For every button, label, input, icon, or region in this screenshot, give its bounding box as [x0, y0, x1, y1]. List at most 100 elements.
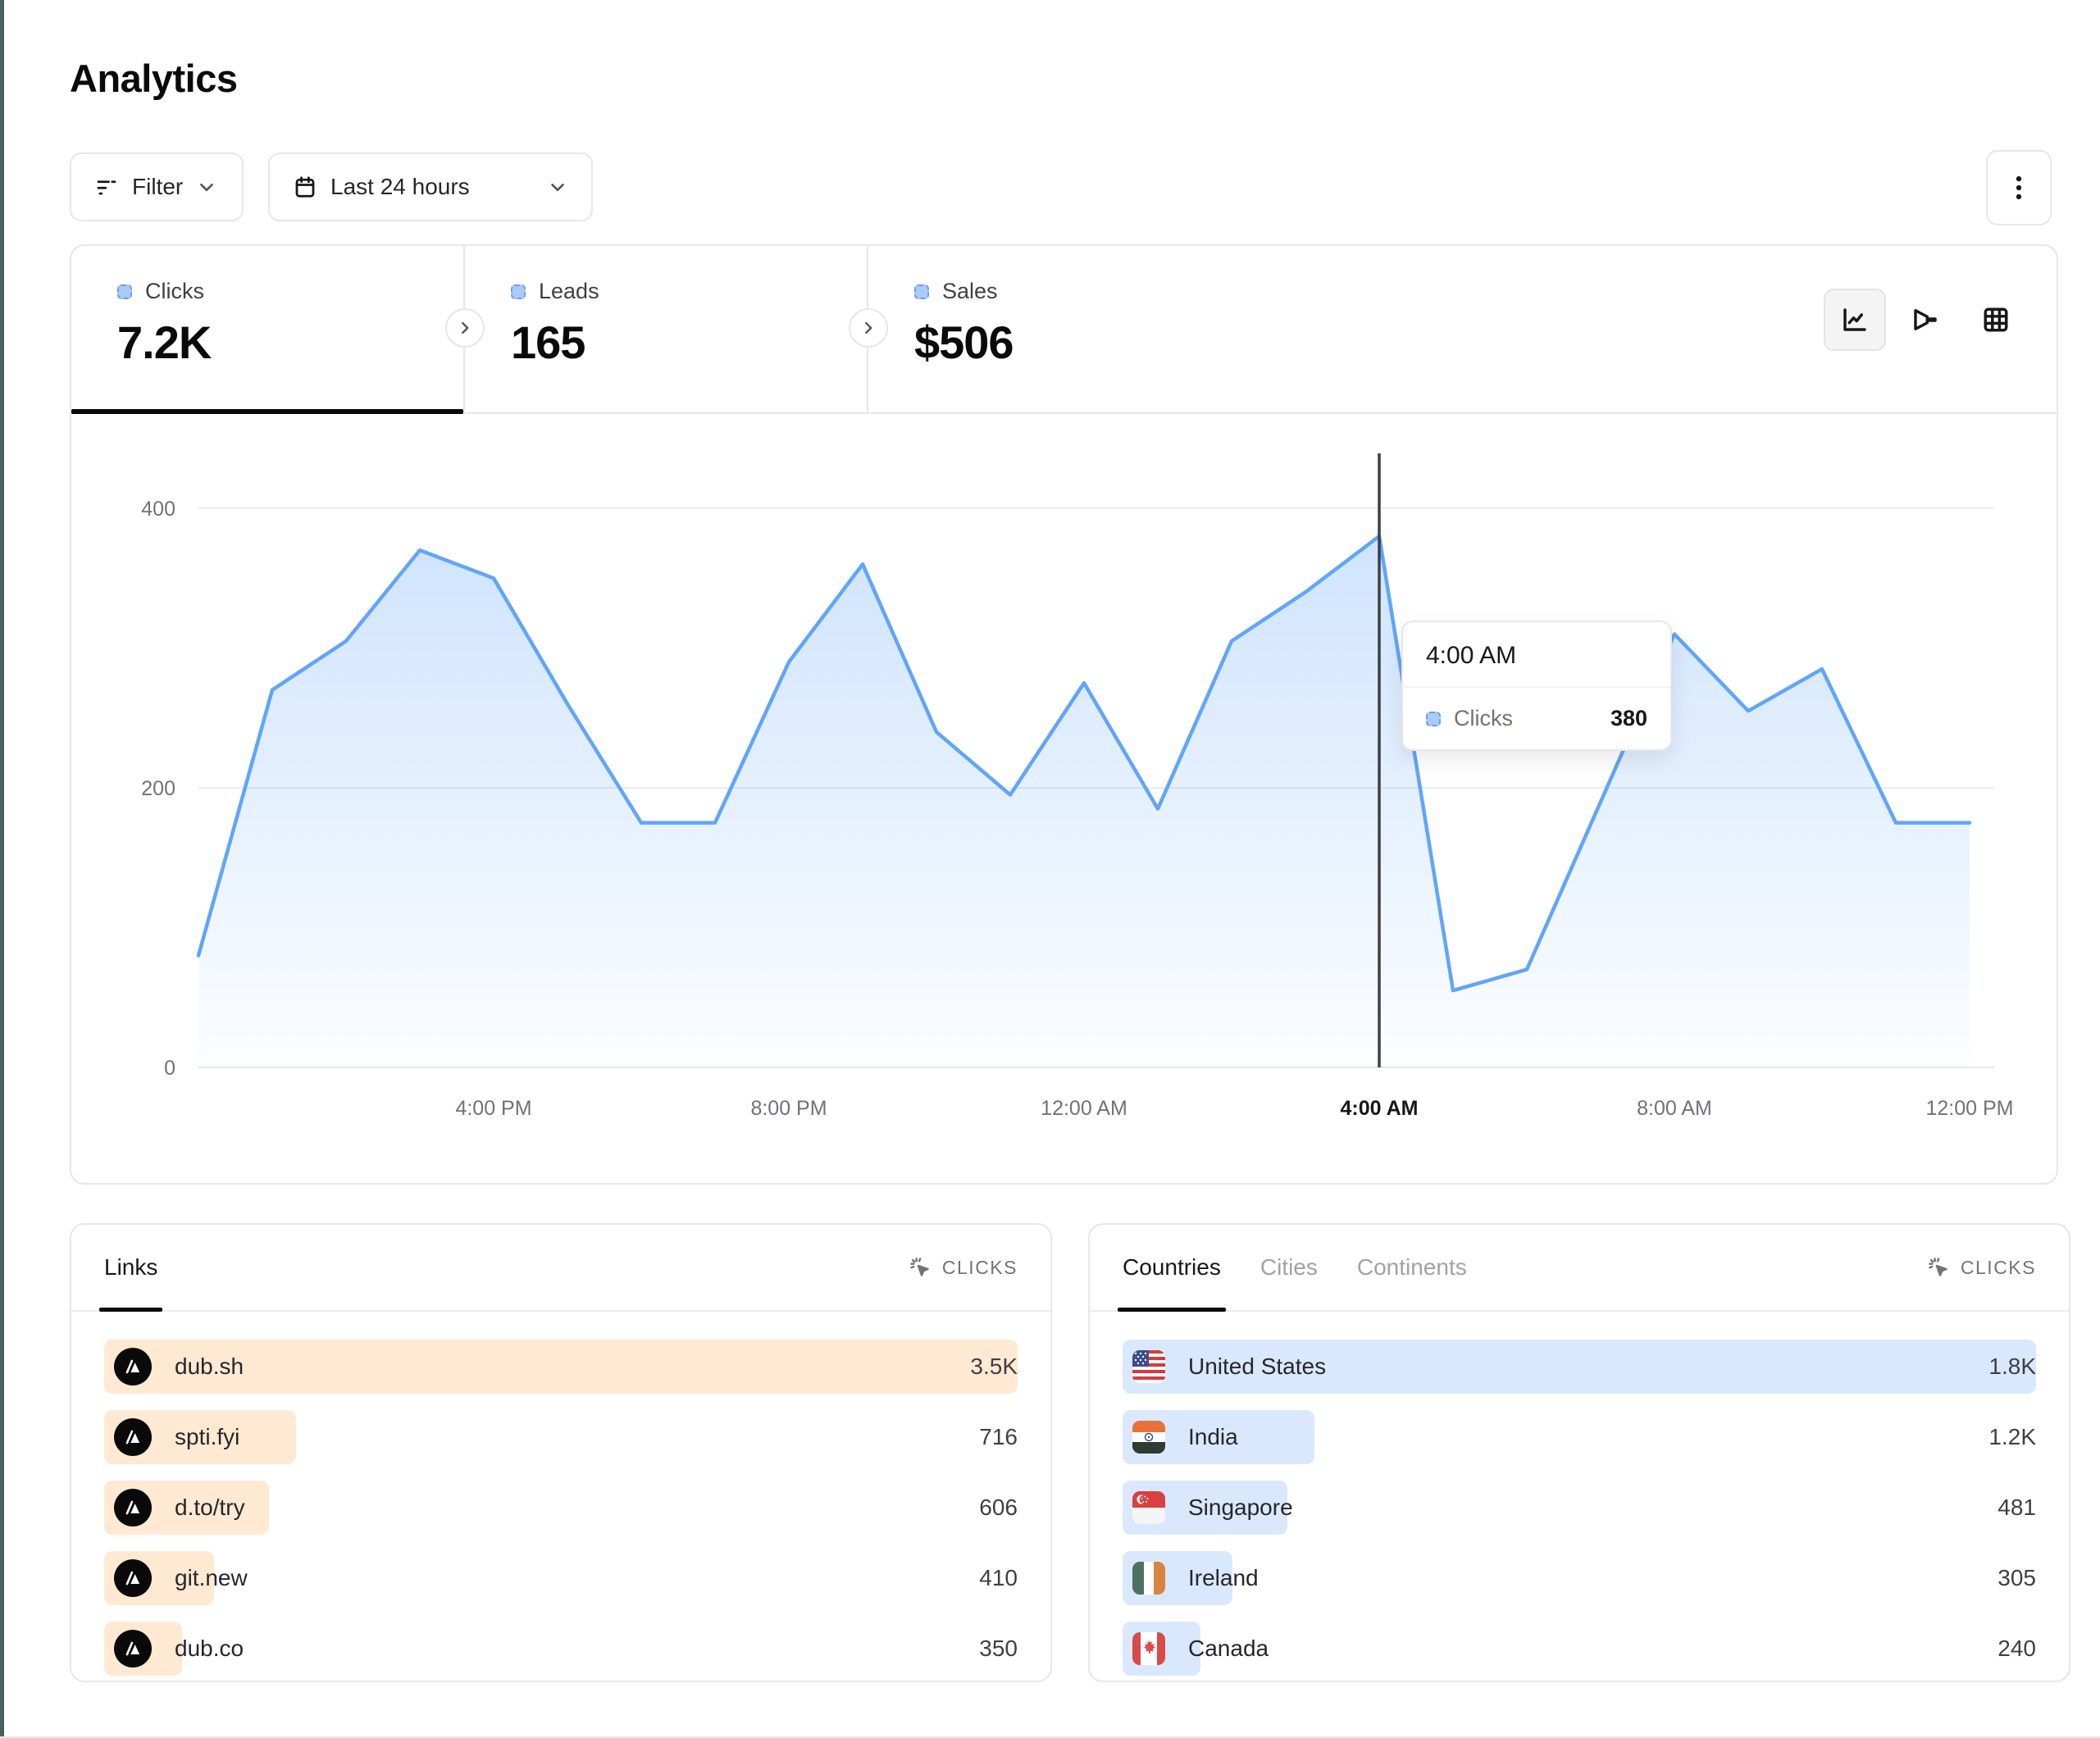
countries-panel: Countries Cities Continents CLICKS Unite… [1088, 1223, 2070, 1682]
countries-metric[interactable]: CLICKS [1926, 1225, 2036, 1310]
ireland-flag-icon [1132, 1562, 1165, 1595]
dub-logo-avatar [114, 1489, 152, 1526]
link-row[interactable]: d.to/try 606 [104, 1474, 1018, 1541]
united-states-flag-icon [1132, 1350, 1165, 1383]
cursor-click-icon [1926, 1255, 1951, 1280]
dub-logo-avatar [114, 1348, 152, 1385]
dub-logo-avatar [114, 1630, 152, 1667]
sales-tab-value: $506 [914, 316, 1328, 369]
clicks-legend-swatch [117, 284, 132, 299]
filter-icon [94, 175, 119, 199]
link-clicks-value: 716 [979, 1424, 1018, 1450]
stat-tabs: Clicks 7.2K Leads 165 Sales $506 [71, 246, 2057, 414]
country-row[interactable]: Ireland 305 [1123, 1545, 2036, 1612]
link-clicks-value: 606 [979, 1495, 1018, 1521]
country-row[interactable]: United States 1.8K [1123, 1333, 2036, 1400]
page-edge-strip [0, 0, 4, 1738]
sales-tab-label: Sales [942, 279, 998, 304]
clicks-area-chart[interactable]: 0 200 400 4:00 PM 8:00 PM 12:00 AM 4:00 AM 8:00… [71, 414, 2057, 1183]
link-clicks-value: 350 [979, 1636, 1018, 1662]
tooltip-legend-swatch [1426, 712, 1441, 726]
svg-text:8:00 AM: 8:00 AM [1637, 1097, 1712, 1120]
svg-text:4:00 AM: 4:00 AM [1341, 1097, 1419, 1120]
date-range-label: Last 24 hours [330, 174, 470, 200]
links-panel-header: Links CLICKS [71, 1225, 1050, 1312]
cursor-click-icon [908, 1255, 932, 1280]
country-row[interactable]: Canada 240 [1123, 1615, 2036, 1682]
date-range-button[interactable]: Last 24 hours [268, 152, 593, 221]
tooltip-time: 4:00 AM [1403, 622, 1670, 688]
country-row[interactable]: Singapore 481 [1123, 1474, 2036, 1541]
tab-links[interactable]: Links [104, 1225, 157, 1310]
link-row[interactable]: spti.fyi 716 [104, 1404, 1018, 1471]
country-label: Canada [1188, 1636, 1269, 1662]
kebab-menu-icon [2007, 174, 2031, 202]
chart-tooltip: 4:00 AM Clicks 380 [1401, 621, 1672, 751]
leads-tab-label: Leads [539, 279, 599, 304]
link-row[interactable]: dub.sh 3.5K [104, 1333, 1018, 1400]
svg-text:400: 400 [141, 498, 175, 521]
tooltip-value: 380 [1610, 706, 1647, 731]
link-row[interactable]: git.new 410 [104, 1545, 1018, 1612]
link-label: spti.fyi [175, 1424, 239, 1450]
chart-view-toggles [1824, 289, 2027, 351]
country-clicks-value: 240 [1998, 1636, 2036, 1662]
svg-text:12:00 AM: 12:00 AM [1041, 1097, 1127, 1120]
countries-metric-label: CLICKS [1961, 1257, 2036, 1279]
filter-button[interactable]: Filter [70, 152, 244, 221]
tab-leads[interactable]: Leads 165 [465, 246, 867, 412]
line-chart-icon [1840, 305, 1870, 334]
country-label: Ireland [1188, 1565, 1259, 1591]
singapore-flag-icon [1132, 1491, 1165, 1524]
svg-text:0: 0 [164, 1057, 175, 1080]
country-clicks-value: 481 [1998, 1495, 2036, 1521]
chevron-down-icon [547, 176, 568, 198]
dub-logo-avatar [114, 1559, 152, 1597]
expand-sales-button[interactable] [849, 308, 888, 348]
chevron-down-icon [196, 176, 217, 198]
countries-rows: United States 1.8K India 1.2K [1090, 1312, 2069, 1682]
clicks-chart[interactable]: 0 200 400 4:00 PM 8:00 PM 12:00 AM 4:00 AM 8:00… [71, 414, 2057, 1183]
country-label: India [1188, 1424, 1238, 1450]
country-row[interactable]: India 1.2K [1123, 1404, 2036, 1471]
funnel-icon [1911, 305, 1940, 334]
filter-button-label: Filter [132, 174, 183, 200]
dub-logo-avatar [114, 1418, 152, 1456]
links-metric[interactable]: CLICKS [908, 1225, 1018, 1310]
country-label: Singapore [1188, 1495, 1293, 1521]
analytics-card: Clicks 7.2K Leads 165 Sales $506 [70, 244, 2058, 1185]
funnel-view-button[interactable] [1894, 289, 1957, 351]
tab-clicks[interactable]: Clicks 7.2K [71, 246, 463, 412]
link-clicks-value: 410 [979, 1565, 1018, 1591]
line-chart-view-button[interactable] [1824, 289, 1886, 351]
link-clicks-value: 3.5K [970, 1354, 1018, 1380]
country-clicks-value: 1.8K [1988, 1354, 2036, 1380]
more-options-button[interactable] [1986, 150, 2052, 225]
country-label: United States [1188, 1354, 1326, 1380]
link-row[interactable]: dub.co 350 [104, 1615, 1018, 1682]
tab-cities[interactable]: Cities [1260, 1225, 1318, 1310]
page-title: Analytics [70, 56, 237, 101]
tab-continents[interactable]: Continents [1357, 1225, 1467, 1310]
links-panel: Links CLICKS dub.sh 3.5K [70, 1223, 1052, 1682]
calendar-icon [293, 175, 317, 199]
clicks-tab-value: 7.2K [117, 316, 463, 369]
link-label: d.to/try [175, 1495, 245, 1521]
toolbar: Filter Last 24 hours [70, 152, 2052, 221]
tab-countries[interactable]: Countries [1123, 1225, 1221, 1310]
clicks-tab-label: Clicks [145, 279, 204, 304]
country-clicks-value: 1.2K [1988, 1424, 2036, 1450]
svg-text:4:00 PM: 4:00 PM [455, 1097, 531, 1120]
leads-legend-swatch [511, 284, 526, 299]
table-view-button[interactable] [1965, 289, 2027, 351]
link-label: git.new [175, 1565, 248, 1591]
svg-text:8:00 PM: 8:00 PM [750, 1097, 827, 1120]
canada-flag-icon [1132, 1632, 1165, 1665]
analytics-page: Analytics Filter Last 24 hours [0, 0, 2100, 1738]
tooltip-series-label: Clicks [1454, 706, 1597, 731]
country-clicks-value: 305 [1998, 1565, 2036, 1591]
expand-leads-button[interactable] [445, 308, 485, 348]
leads-tab-value: 165 [511, 316, 867, 369]
svg-text:200: 200 [141, 777, 175, 800]
tab-sales[interactable]: Sales $506 [868, 246, 1328, 412]
